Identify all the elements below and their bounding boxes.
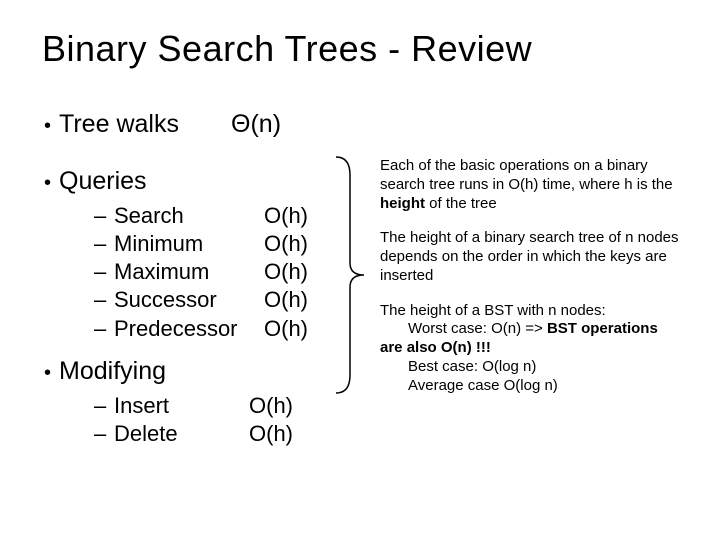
dash-icon: – — [94, 258, 114, 286]
dash-icon: – — [94, 202, 114, 230]
note-paragraph: The height of a BST with n nodes: Worst … — [380, 302, 680, 396]
slide-title: Binary Search Trees - Review — [0, 0, 720, 70]
note-line: Best case: O(log n) — [380, 358, 536, 375]
query-item-complexity: O(h) — [264, 286, 308, 314]
bullet-dot: • — [44, 172, 51, 195]
note-paragraph: Each of the basic operations on a binary… — [380, 157, 680, 213]
modifying-item-complexity: O(h) — [249, 392, 293, 420]
query-item-label: Maximum — [114, 258, 264, 286]
bullet-dot: • — [44, 115, 51, 138]
dash-icon: – — [94, 230, 114, 258]
brace-icon — [330, 155, 370, 395]
note-text: The height of a BST with n nodes: — [380, 302, 606, 319]
dash-icon: – — [94, 286, 114, 314]
side-notes: Each of the basic operations on a binary… — [380, 157, 680, 411]
query-item-complexity: O(h) — [264, 315, 308, 343]
query-item-label: Successor — [114, 286, 264, 314]
query-item-complexity: O(h) — [264, 230, 308, 258]
dash-icon: – — [94, 420, 114, 448]
note-text: Each of the basic operations on a binary… — [380, 157, 673, 193]
dash-icon: – — [94, 315, 114, 343]
note-bold: height — [380, 195, 425, 212]
treewalks-complexity: Θ(n) — [231, 110, 281, 139]
query-item-label: Minimum — [114, 230, 264, 258]
treewalks-label: Tree walks — [59, 110, 231, 139]
note-paragraph: The height of a binary search tree of n … — [380, 229, 680, 285]
note-text: of the tree — [425, 195, 497, 212]
modifying-item-label: Delete — [114, 420, 249, 448]
modifying-item-complexity: O(h) — [249, 420, 293, 448]
modifying-item-label: Insert — [114, 392, 249, 420]
bullet-dot: • — [44, 362, 51, 385]
query-item-label: Search — [114, 202, 264, 230]
bullet-treewalks: • Tree walks Θ(n) — [44, 110, 684, 139]
query-item-complexity: O(h) — [264, 202, 308, 230]
note-text: Worst case: O(n) => — [408, 320, 547, 337]
query-item-complexity: O(h) — [264, 258, 308, 286]
dash-icon: – — [94, 392, 114, 420]
note-line: Worst case: O(n) => BST operations are a… — [380, 320, 658, 356]
list-item: – Delete O(h) — [94, 420, 684, 448]
query-item-label: Predecessor — [114, 315, 264, 343]
note-line: Average case O(log n) — [380, 377, 558, 394]
modifying-label: Modifying — [59, 357, 231, 386]
queries-label: Queries — [59, 167, 231, 196]
